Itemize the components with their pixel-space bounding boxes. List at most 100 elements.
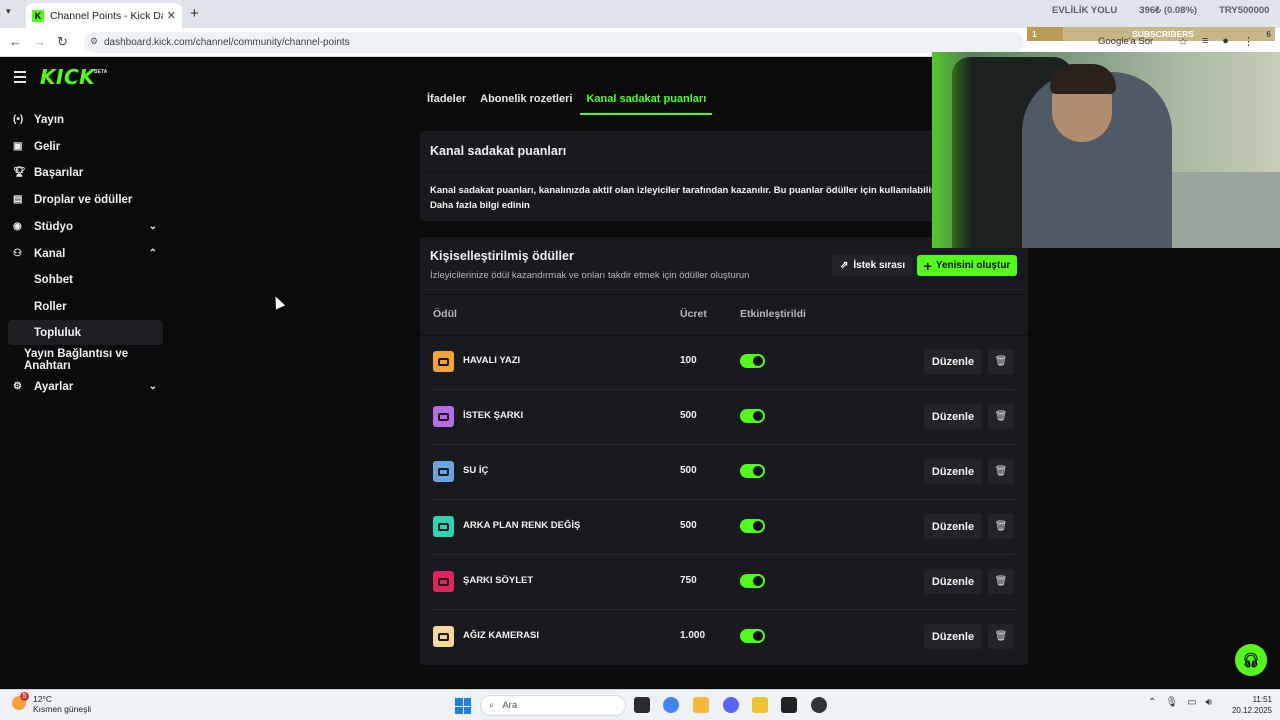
edit-button[interactable]: Düzenle xyxy=(924,569,982,594)
browser-tab[interactable]: K Channel Points - Kick Dashboard ✕ xyxy=(26,3,182,28)
system-clock[interactable]: 11:51 20.12.2025 xyxy=(1228,694,1272,716)
delete-trash-icon[interactable]: 🗑︎ xyxy=(988,459,1014,484)
reward-row: İSTEK ŞARKI 500 Düzenle 🗑︎ xyxy=(420,390,1028,445)
profile-avatar-icon[interactable]: ● xyxy=(1222,35,1229,48)
enabled-toggle[interactable] xyxy=(740,409,765,423)
sidebar-item-label: Yayın xyxy=(34,113,65,126)
sidebar-item-label: Yayın Bağlantısı ve Anahtarı xyxy=(24,347,129,372)
rockstar-launcher-icon[interactable] xyxy=(752,697,768,713)
chevron-up-icon: ⌃ xyxy=(148,248,157,259)
subscribers-goal: 6 xyxy=(1266,29,1271,39)
kick-logo[interactable]: KICK xyxy=(40,65,95,89)
trophy-icon: 🏆︎ xyxy=(13,167,26,178)
windows-start-icon[interactable] xyxy=(455,698,471,714)
sidebar-item-ayarlar[interactable]: ⚙ Ayarlar ⌄ xyxy=(8,374,163,399)
reward-cost: 500 xyxy=(680,465,697,476)
sidebar-item-label: Sohbet xyxy=(34,273,73,286)
sidebar-item-gelir[interactable]: ▣ Gelir xyxy=(8,134,163,159)
edit-button[interactable]: Düzenle xyxy=(924,349,982,374)
reward-icon xyxy=(433,571,454,592)
sidebar-item-topluluk[interactable]: Topluluk xyxy=(8,320,163,345)
discord-icon[interactable] xyxy=(723,697,739,713)
reward-cost: 500 xyxy=(680,410,697,421)
reward-icon xyxy=(433,406,454,427)
tab-channel-points[interactable]: Kanal sadakat puanları xyxy=(580,93,713,115)
new-tab-icon[interactable]: + xyxy=(190,5,199,22)
sidebar-item-roller[interactable]: Roller xyxy=(8,294,163,319)
tray-chevron-icon[interactable]: ⌃ xyxy=(1148,697,1156,708)
display-icon[interactable]: ▭ xyxy=(1187,697,1196,708)
button-label: Yenisini oluştur xyxy=(935,260,1011,271)
bookmark-star-icon[interactable]: ☆ xyxy=(1178,35,1188,48)
app-icon[interactable] xyxy=(781,697,797,713)
windows-taskbar: 5 12°C Kısmen güneşli ⌕ Ara ⌃ 🎙︎ ▭ 🔊︎ 11… xyxy=(0,689,1280,720)
request-queue-button[interactable]: ⇗ İstek sırası xyxy=(832,255,914,276)
enabled-toggle[interactable] xyxy=(740,464,765,478)
card-title: Kişiselleştirilmiş ödüller xyxy=(430,249,574,263)
sidebar-item-droplar[interactable]: ▤ Droplar ve ödüller xyxy=(8,187,163,212)
column-header-enabled: Etkinleştirildi xyxy=(740,308,806,320)
volume-icon[interactable]: 🔊︎ xyxy=(1206,697,1212,708)
reward-cost: 1.000 xyxy=(680,630,706,641)
system-tray: ⌃ 🎙︎ ▭ 🔊︎ xyxy=(1148,697,1212,708)
browser-menu-icon[interactable]: ⋮ xyxy=(1243,35,1254,48)
hamburger-menu-icon[interactable] xyxy=(14,71,26,86)
stream-ticker-overlay: EVLİLİK YOLU 396₺ (0.08%) TRY500000 xyxy=(1052,5,1269,16)
reward-name: AĞIZ KAMERASI xyxy=(463,630,539,641)
reward-name: ŞARKI SÖYLET xyxy=(463,575,534,586)
community-tabs: İfadeler Abonelik rozetleri Kanal sadaka… xyxy=(425,93,713,115)
close-tab-icon[interactable]: ✕ xyxy=(167,9,176,22)
microphone-icon[interactable]: 🎙︎ xyxy=(1165,697,1178,708)
sidebar-item-label: Roller xyxy=(34,300,67,313)
sidebar-item-sohbet[interactable]: Sohbet xyxy=(8,267,163,292)
edit-button[interactable]: Düzenle xyxy=(924,514,982,539)
forward-icon[interactable]: → xyxy=(33,34,46,49)
sidebar-item-studyo[interactable]: ◉ Stüdyo ⌄ xyxy=(8,214,163,239)
tab-emotes[interactable]: İfadeler xyxy=(425,93,468,115)
clock-date: 20.12.2025 xyxy=(1231,706,1272,715)
task-view-icon[interactable] xyxy=(634,697,650,713)
tab-sub-badges[interactable]: Abonelik rozetleri xyxy=(478,93,574,115)
reward-cost: 750 xyxy=(680,575,697,586)
obs-icon[interactable] xyxy=(811,697,827,713)
site-info-icon[interactable]: ⚙ xyxy=(90,36,98,47)
support-chat-button[interactable]: 🎧︎ xyxy=(1235,644,1267,676)
sidebar-item-label: Ayarlar xyxy=(34,380,74,393)
tab-list-chevron-icon[interactable]: ▾ xyxy=(6,6,11,17)
delete-trash-icon[interactable]: 🗑︎ xyxy=(988,349,1014,374)
green-led-glow xyxy=(932,52,972,248)
sidebar-item-stream-key[interactable]: Yayın Bağlantısı ve Anahtarı xyxy=(18,347,168,372)
sidebar-item-yayin[interactable]: (•) Yayın xyxy=(8,107,163,132)
streamer-hair xyxy=(1050,64,1116,94)
edit-button[interactable]: Düzenle xyxy=(924,624,982,649)
reward-row: AĞIZ KAMERASI 1.000 Düzenle 🗑︎ xyxy=(420,610,1028,665)
enabled-toggle[interactable] xyxy=(740,629,765,643)
weather-desc: Kısmen güneşli xyxy=(33,704,92,714)
delete-trash-icon[interactable]: 🗑︎ xyxy=(988,404,1014,429)
back-icon[interactable]: ← xyxy=(9,34,22,49)
taskbar-search[interactable]: ⌕ Ara xyxy=(480,695,626,716)
create-reward-button[interactable]: + Yenisini oluştur xyxy=(917,255,1017,276)
sidebar-item-label: Gelir xyxy=(34,140,61,153)
sidebar-item-basarilar[interactable]: 🏆︎ Başarılar xyxy=(8,160,163,185)
delete-trash-icon[interactable]: 🗑︎ xyxy=(988,624,1014,649)
file-explorer-icon[interactable] xyxy=(693,697,709,713)
url-field[interactable]: ⚙ dashboard.kick.com/channel/community/c… xyxy=(84,32,1024,53)
enabled-toggle[interactable] xyxy=(740,574,765,588)
delete-trash-icon[interactable]: 🗑︎ xyxy=(988,514,1014,539)
enabled-toggle[interactable] xyxy=(740,519,765,533)
reward-icon xyxy=(433,516,454,537)
google-ask-button[interactable]: Google'a Sor xyxy=(1098,36,1153,47)
kick-favicon-icon: K xyxy=(32,9,44,22)
sidebar-item-kanal[interactable]: ⚇ Kanal ⌃ xyxy=(8,241,163,266)
reload-icon[interactable]: ↻ xyxy=(57,34,68,50)
chrome-icon[interactable] xyxy=(663,697,679,713)
enabled-toggle[interactable] xyxy=(740,354,765,368)
weather-widget[interactable]: 5 12°C Kısmen güneşli xyxy=(12,692,92,714)
edit-button[interactable]: Düzenle xyxy=(924,404,982,429)
studio-icon: ◉ xyxy=(13,221,22,232)
extensions-icon[interactable]: ≡ xyxy=(1202,35,1208,48)
edit-button[interactable]: Düzenle xyxy=(924,459,982,484)
delete-trash-icon[interactable]: 🗑︎ xyxy=(988,569,1014,594)
notification-badge: 5 xyxy=(20,692,29,701)
